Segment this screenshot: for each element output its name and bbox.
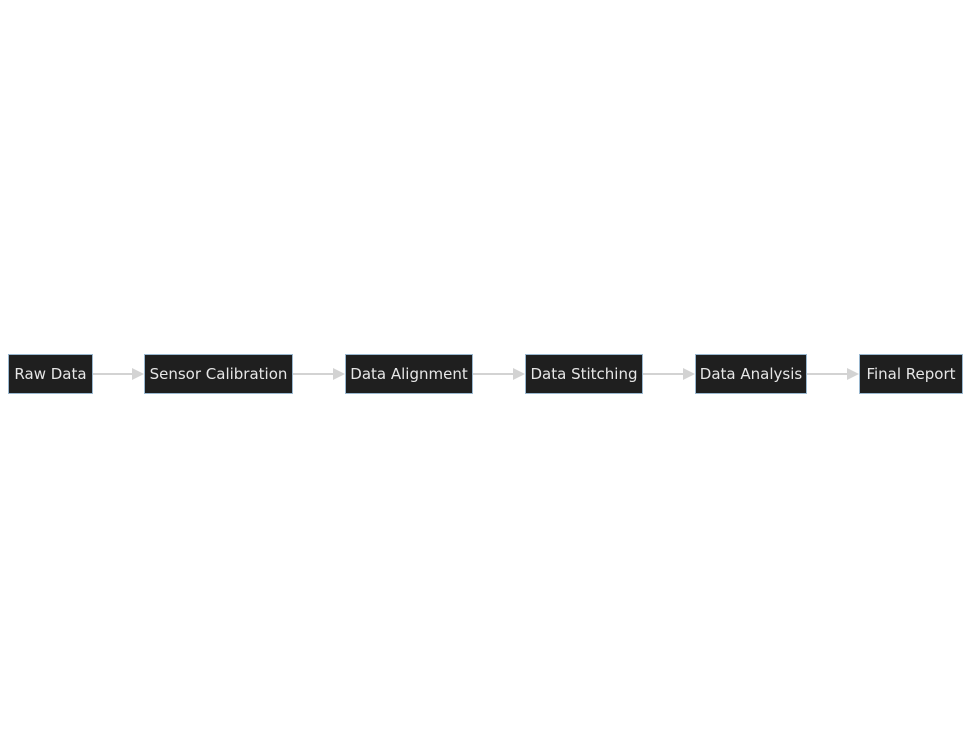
arrowhead-icon	[132, 368, 144, 380]
arrowhead-icon	[333, 368, 345, 380]
node-data-analysis[interactable]: Data Analysis	[695, 354, 807, 394]
node-final-report[interactable]: Final Report	[859, 354, 963, 394]
arrowhead-icon	[513, 368, 525, 380]
node-data-alignment[interactable]: Data Alignment	[345, 354, 473, 394]
arrowhead-icon	[683, 368, 695, 380]
arrowhead-icon	[847, 368, 859, 380]
node-sensor-calibration[interactable]: Sensor Calibration	[144, 354, 293, 394]
node-raw-data[interactable]: Raw Data	[8, 354, 93, 394]
node-data-stitching[interactable]: Data Stitching	[525, 354, 643, 394]
